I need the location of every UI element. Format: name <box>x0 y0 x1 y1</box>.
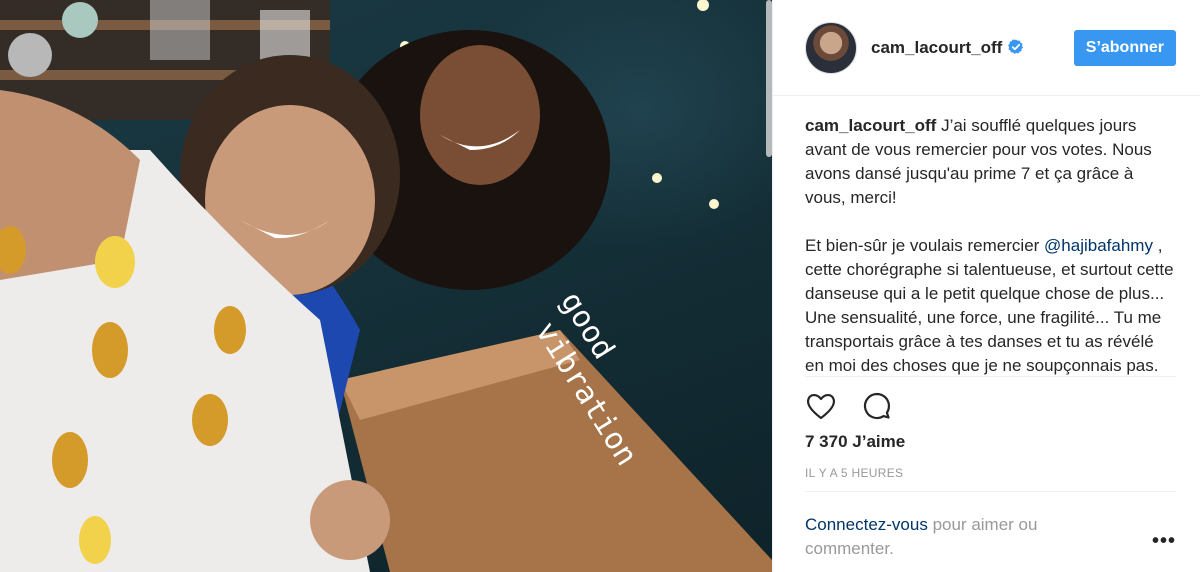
caption-text-2a: Et bien-sûr je voulais remercier <box>805 236 1040 255</box>
more-options-button[interactable]: ••• <box>1152 530 1176 553</box>
scrollbar[interactable] <box>766 0 772 157</box>
follow-button[interactable]: S’abonner <box>1073 29 1176 66</box>
divider <box>805 491 1176 492</box>
caption-text-2b: , cette chorégraphe si talentueuse, et s… <box>805 236 1174 375</box>
post-actions <box>805 390 895 424</box>
username[interactable]: cam_lacourt_off <box>871 38 1024 58</box>
photo-illustration: good vibration <box>0 0 772 572</box>
heart-icon[interactable] <box>805 390 839 424</box>
login-link[interactable]: Connectez-vous <box>805 515 928 534</box>
caption-paragraph-1: cam_lacourt_off J’ai soufflé quelques jo… <box>805 114 1176 210</box>
like-count[interactable]: 7 370 J’aime <box>805 432 905 452</box>
verified-badge-icon <box>1008 38 1024 54</box>
post-photo[interactable]: good vibration <box>0 0 772 572</box>
comment-icon[interactable] <box>861 390 895 424</box>
avatar[interactable] <box>805 21 857 74</box>
post-caption: cam_lacourt_off J’ai soufflé quelques jo… <box>805 114 1176 376</box>
login-prompt: Connectez-vous pour aimer ou commenter. <box>805 513 1105 561</box>
caption-author[interactable]: cam_lacourt_off <box>805 116 936 135</box>
mention-link[interactable]: @hajibafahmy <box>1044 236 1153 255</box>
post-header: cam_lacourt_off S’abonner <box>773 0 1200 96</box>
post-modal: good vibration cam_lacourt_off S’abonner… <box>0 0 1200 572</box>
username-text[interactable]: cam_lacourt_off <box>871 38 1002 57</box>
post-timestamp[interactable]: IL Y A 5 HEURES <box>805 466 903 480</box>
caption-paragraph-2: Et bien-sûr je voulais remercier @hajiba… <box>805 234 1176 376</box>
post-sidebar: cam_lacourt_off S’abonner cam_lacourt_of… <box>772 0 1200 572</box>
divider <box>805 376 1176 377</box>
